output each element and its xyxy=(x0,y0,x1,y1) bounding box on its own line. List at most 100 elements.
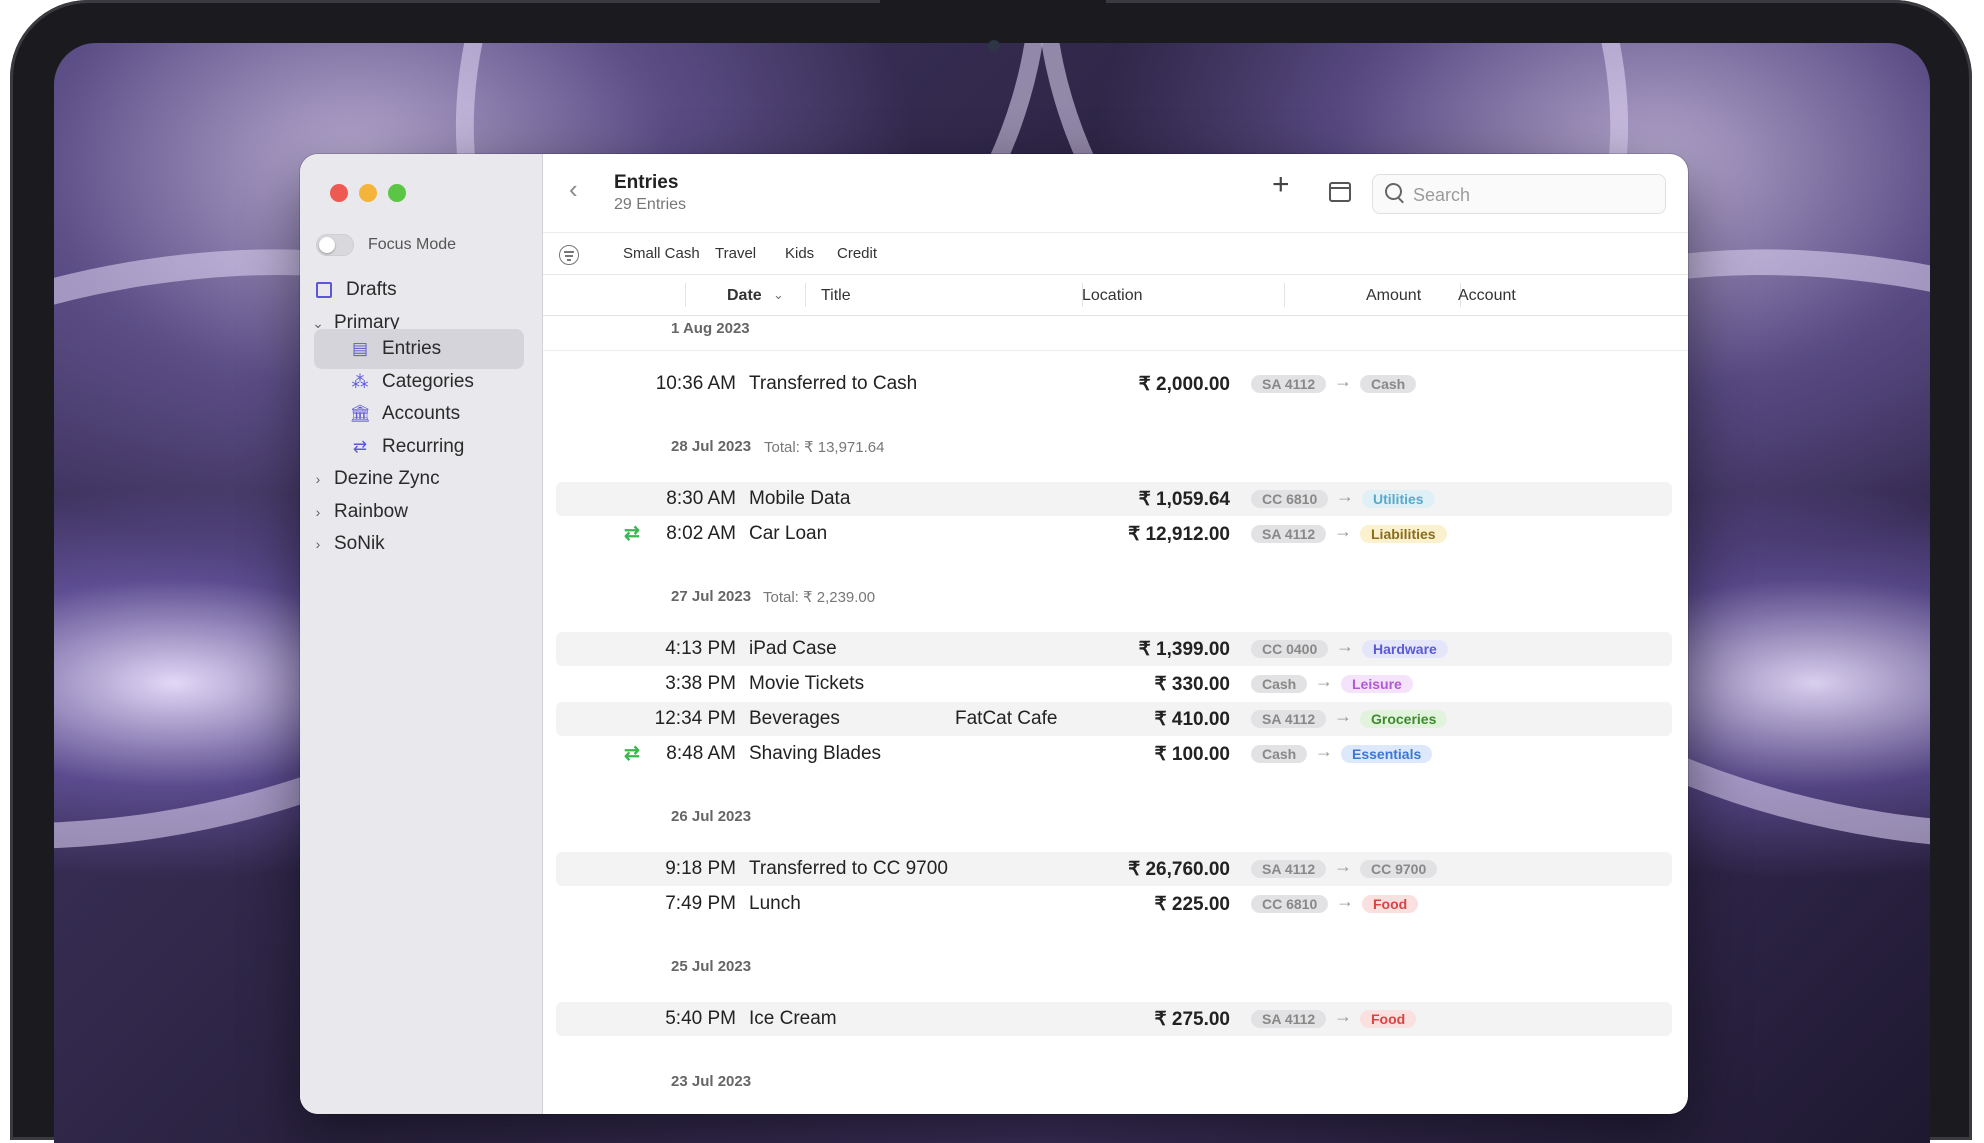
group-date: 27 Jul 2023 xyxy=(671,588,752,605)
entry-time: 7:49 PM xyxy=(665,893,736,914)
minimize-window-button[interactable] xyxy=(359,184,377,202)
entry-title: iPad Case xyxy=(749,638,837,659)
account-from-badge: CC 6810 xyxy=(1251,490,1329,508)
group-total: Total: ₹ 13,971.64 xyxy=(764,439,885,456)
column-account[interactable]: Account xyxy=(1458,287,1516,305)
entry-time: 3:38 PM xyxy=(665,673,736,694)
group-date: 1 Aug 2023 xyxy=(671,320,750,337)
entry-title: Car Loan xyxy=(749,523,828,544)
search-input[interactable]: Search xyxy=(1372,174,1666,214)
entry-title: Mobile Data xyxy=(749,488,851,509)
entry-time: 8:48 AM xyxy=(666,743,736,764)
focus-mode-toggle-row[interactable]: Focus Mode xyxy=(316,234,456,256)
app-window: Focus Mode Drafts ⌄ Primary ▤ Entries ⁂ … xyxy=(300,154,1688,1114)
account-to-badge: Food xyxy=(1362,895,1419,913)
chevron-right-icon: › xyxy=(315,536,321,552)
recurring-icon: ⇄ xyxy=(352,437,368,456)
entry-count: 29 Entries xyxy=(614,196,687,213)
arrow-right-icon: → xyxy=(1334,1006,1352,1026)
chevron-down-icon[interactable]: ⌄ xyxy=(773,287,784,303)
account-from-badge: SA 4112 xyxy=(1251,1010,1327,1028)
add-entry-button[interactable]: + xyxy=(1272,168,1290,202)
arrow-right-icon: → xyxy=(1336,636,1354,656)
account-from-badge: SA 4112 xyxy=(1251,860,1327,878)
entry-location: FatCat Cafe xyxy=(955,708,1058,729)
table-row[interactable]: ⇄ 8:02 AM Car Loan ₹ 12,912.00 SA 4112 → Liabi… xyxy=(556,517,1672,551)
search-icon xyxy=(1385,183,1402,200)
entry-title: Transferred to CC 9700 xyxy=(749,858,948,879)
focus-mode-toggle[interactable] xyxy=(316,234,354,256)
entry-amount: ₹ 225.00 xyxy=(1154,894,1230,915)
chevron-right-icon: › xyxy=(315,504,321,520)
column-amount[interactable]: Amount xyxy=(1366,287,1421,305)
column-location[interactable]: Location xyxy=(1081,287,1143,305)
account-to-badge: Groceries xyxy=(1360,710,1448,728)
arrow-right-icon: → xyxy=(1315,671,1333,691)
calendar-icon[interactable] xyxy=(1329,182,1351,202)
entry-amount: ₹ 330.00 xyxy=(1154,674,1230,695)
camera-dot xyxy=(988,40,1000,52)
arrow-right-icon: → xyxy=(1334,856,1352,876)
account-from-badge: SA 4112 xyxy=(1251,375,1327,393)
account-to-badge: Utilities xyxy=(1362,490,1435,508)
table-row[interactable]: 3:38 PM Movie Tickets ₹ 330.00 Cash → Leisure xyxy=(556,667,1672,701)
zoom-window-button[interactable] xyxy=(388,184,406,202)
entry-amount: ₹ 12,912.00 xyxy=(1128,524,1230,545)
sidebar-group-sonik[interactable]: › SoNik xyxy=(310,524,520,564)
table-row[interactable]: 8:30 AM Mobile Data ₹ 1,059.64 CC 6810 → Util… xyxy=(556,482,1672,516)
group-date: 23 Jul 2023 xyxy=(671,1073,752,1090)
filter-tab-kids[interactable]: Kids xyxy=(785,245,814,262)
account-to-badge: Essentials xyxy=(1341,745,1433,763)
account-from-badge: Cash xyxy=(1251,675,1308,693)
chevron-right-icon: › xyxy=(315,471,321,487)
toolbar: ‹ Entries 29 Entries + Search xyxy=(543,154,1688,233)
column-date[interactable]: Date xyxy=(727,287,762,305)
entry-title: Shaving Blades xyxy=(749,743,882,764)
entry-time: 10:36 AM xyxy=(655,373,736,394)
drafts-icon xyxy=(314,282,334,298)
entry-amount: ₹ 26,760.00 xyxy=(1128,859,1230,880)
account-to-badge: CC 9700 xyxy=(1360,860,1438,878)
account-from-badge: CC 0400 xyxy=(1251,640,1329,658)
table-row[interactable]: 5:40 PM Ice Cream ₹ 275.00 SA 4112 → Food xyxy=(556,1002,1672,1036)
page-title: Entries xyxy=(614,172,679,193)
entry-amount: ₹ 100.00 xyxy=(1154,744,1230,765)
entry-time: 12:34 PM xyxy=(654,708,736,729)
entry-amount: ₹ 1,059.64 xyxy=(1138,489,1230,510)
entry-time: 5:40 PM xyxy=(665,1008,736,1029)
table-row[interactable]: 10:36 AM Transferred to Cash ₹ 2,000.00 SA … xyxy=(556,367,1672,401)
group-date: 28 Jul 2023 xyxy=(671,438,752,455)
table-row[interactable]: 9:18 PM Transferred to CC 9700 ₹ 26,760.00… xyxy=(556,852,1672,886)
column-header: Date ⌄ Title Location Amount Account xyxy=(543,275,1688,316)
entry-time: 4:13 PM xyxy=(665,638,736,659)
filter-tab-small-cash[interactable]: Small Cash xyxy=(623,245,700,262)
group-date: 26 Jul 2023 xyxy=(671,808,752,825)
table-row[interactable]: 12:34 PM Beverages FatCat Cafe ₹ 410.00 SA 4… xyxy=(556,702,1672,736)
arrow-right-icon: → xyxy=(1334,521,1352,541)
close-window-button[interactable] xyxy=(330,184,348,202)
entry-amount: ₹ 275.00 xyxy=(1154,1009,1230,1030)
entry-title: Lunch xyxy=(749,893,801,914)
entry-amount: ₹ 1,399.00 xyxy=(1138,639,1230,660)
camera-notch xyxy=(880,0,1106,42)
bank-icon: 🏛︎ xyxy=(349,404,371,423)
table-row[interactable]: 4:13 PM iPad Case ₹ 1,399.00 CC 0400 → Hardwa… xyxy=(556,632,1672,666)
account-to-badge: Liabilities xyxy=(1360,525,1447,543)
group-date: 25 Jul 2023 xyxy=(671,958,752,975)
search-placeholder: Search xyxy=(1413,185,1471,205)
column-title[interactable]: Title xyxy=(821,287,851,305)
back-icon[interactable]: ‹ xyxy=(569,174,578,205)
filter-icon[interactable] xyxy=(559,245,579,265)
categories-icon: ⁂ xyxy=(351,372,369,391)
filter-tab-credit[interactable]: Credit xyxy=(837,245,877,262)
entry-title: Transferred to Cash xyxy=(749,373,918,394)
arrow-right-icon: → xyxy=(1315,741,1333,761)
account-from-badge: SA 4112 xyxy=(1251,525,1327,543)
group-total: Total: ₹ 2,239.00 xyxy=(763,589,876,606)
account-to-badge: Leisure xyxy=(1341,675,1413,693)
table-row[interactable]: ⇄ 8:48 AM Shaving Blades ₹ 100.00 Cash → Essen… xyxy=(556,737,1672,771)
filter-bar: Small Cash Travel Kids Credit xyxy=(543,233,1688,275)
table-row[interactable]: 7:49 PM Lunch ₹ 225.00 CC 6810 → Food xyxy=(556,887,1672,921)
arrow-right-icon: → xyxy=(1334,371,1352,391)
filter-tab-travel[interactable]: Travel xyxy=(715,245,756,262)
